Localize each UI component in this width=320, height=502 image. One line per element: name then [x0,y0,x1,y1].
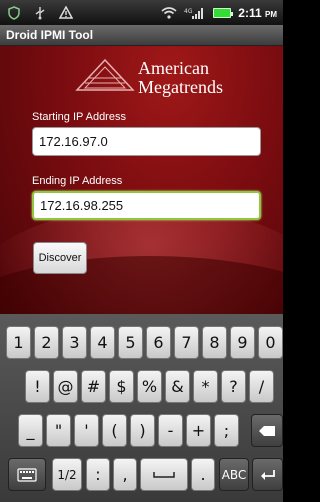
key-7[interactable]: 7 [174,326,199,359]
logo-line1: American [138,58,209,78]
key-hash[interactable]: # [81,370,106,403]
ami-logo-mark-icon [75,58,135,91]
backspace-icon [259,425,275,436]
key-close-paren[interactable]: ) [130,414,155,447]
key-asterisk[interactable]: * [193,370,218,403]
key-percent[interactable]: % [137,370,162,403]
status-time: 2:11 PM [238,5,277,20]
key-double-quote[interactable]: " [46,414,71,447]
start-ip-label: Starting IP Address [32,111,126,123]
key-dollar[interactable]: $ [109,370,134,403]
key-exclamation[interactable]: ! [25,370,50,403]
logo-line2: Megatrends [138,77,223,97]
shift-1-2-key[interactable]: 1/2 [52,458,82,491]
key-question[interactable]: ? [221,370,246,403]
key-underscore[interactable]: _ [18,414,43,447]
end-ip-label: Ending IP Address [32,175,123,187]
signal-icon: 4G [184,5,206,21]
space-key[interactable] [140,458,188,491]
status-bar: 4G 2:11 PM [0,0,283,25]
discover-button[interactable]: Discover [33,242,87,274]
battery-icon [213,7,234,18]
usb-icon [32,5,48,21]
key-0[interactable]: 0 [258,326,283,359]
symbol-keyboard: 1 2 3 4 5 6 7 8 9 0 ! @ # $ % & * ? / _ … [0,314,283,502]
key-at[interactable]: @ [53,370,78,403]
backspace-key[interactable] [251,414,283,447]
wifi-icon [161,5,177,21]
key-slash[interactable]: / [249,370,274,403]
end-ip-input[interactable]: 172.16.98.255 [32,191,261,220]
keyboard-row-1: 1 2 3 4 5 6 7 8 9 0 [0,326,283,362]
ami-logo: American Megatrends [75,56,245,104]
enter-key[interactable] [252,458,283,491]
key-1[interactable]: 1 [6,326,31,359]
space-bar-icon [153,471,175,478]
key-8[interactable]: 8 [202,326,227,359]
key-plus[interactable]: + [186,414,211,447]
app-body: American Megatrends Starting IP Address … [0,46,283,314]
key-single-quote[interactable]: ' [74,414,99,447]
key-9[interactable]: 9 [230,326,255,359]
start-ip-input[interactable]: 172.16.97.0 [32,127,261,156]
key-semicolon[interactable]: ; [214,414,239,447]
key-6[interactable]: 6 [146,326,171,359]
keyboard-row-3: _ " ' ( ) - + ; [0,414,283,450]
key-ampersand[interactable]: & [165,370,190,403]
key-open-paren[interactable]: ( [102,414,127,447]
key-minus[interactable]: - [158,414,183,447]
warning-icon [58,5,74,21]
keyboard-row-4: 1/2 : , . ABC [0,458,283,494]
shield-icon [6,5,22,21]
enter-icon [260,469,275,480]
keyboard-settings-key[interactable] [8,458,46,491]
network-type: 4G [184,8,193,15]
key-3[interactable]: 3 [62,326,87,359]
key-5[interactable]: 5 [118,326,143,359]
key-2[interactable]: 2 [34,326,59,359]
ami-logo-text: American Megatrends [138,59,223,97]
key-period[interactable]: . [191,458,215,491]
key-4[interactable]: 4 [90,326,115,359]
keyboard-row-2: ! @ # $ % & * ? / [0,370,283,406]
abc-key[interactable]: ABC [219,458,249,491]
key-comma[interactable]: , [113,458,137,491]
key-colon[interactable]: : [86,458,110,491]
app-title: Droid IPMI Tool [0,25,283,46]
keyboard-icon [17,467,37,482]
